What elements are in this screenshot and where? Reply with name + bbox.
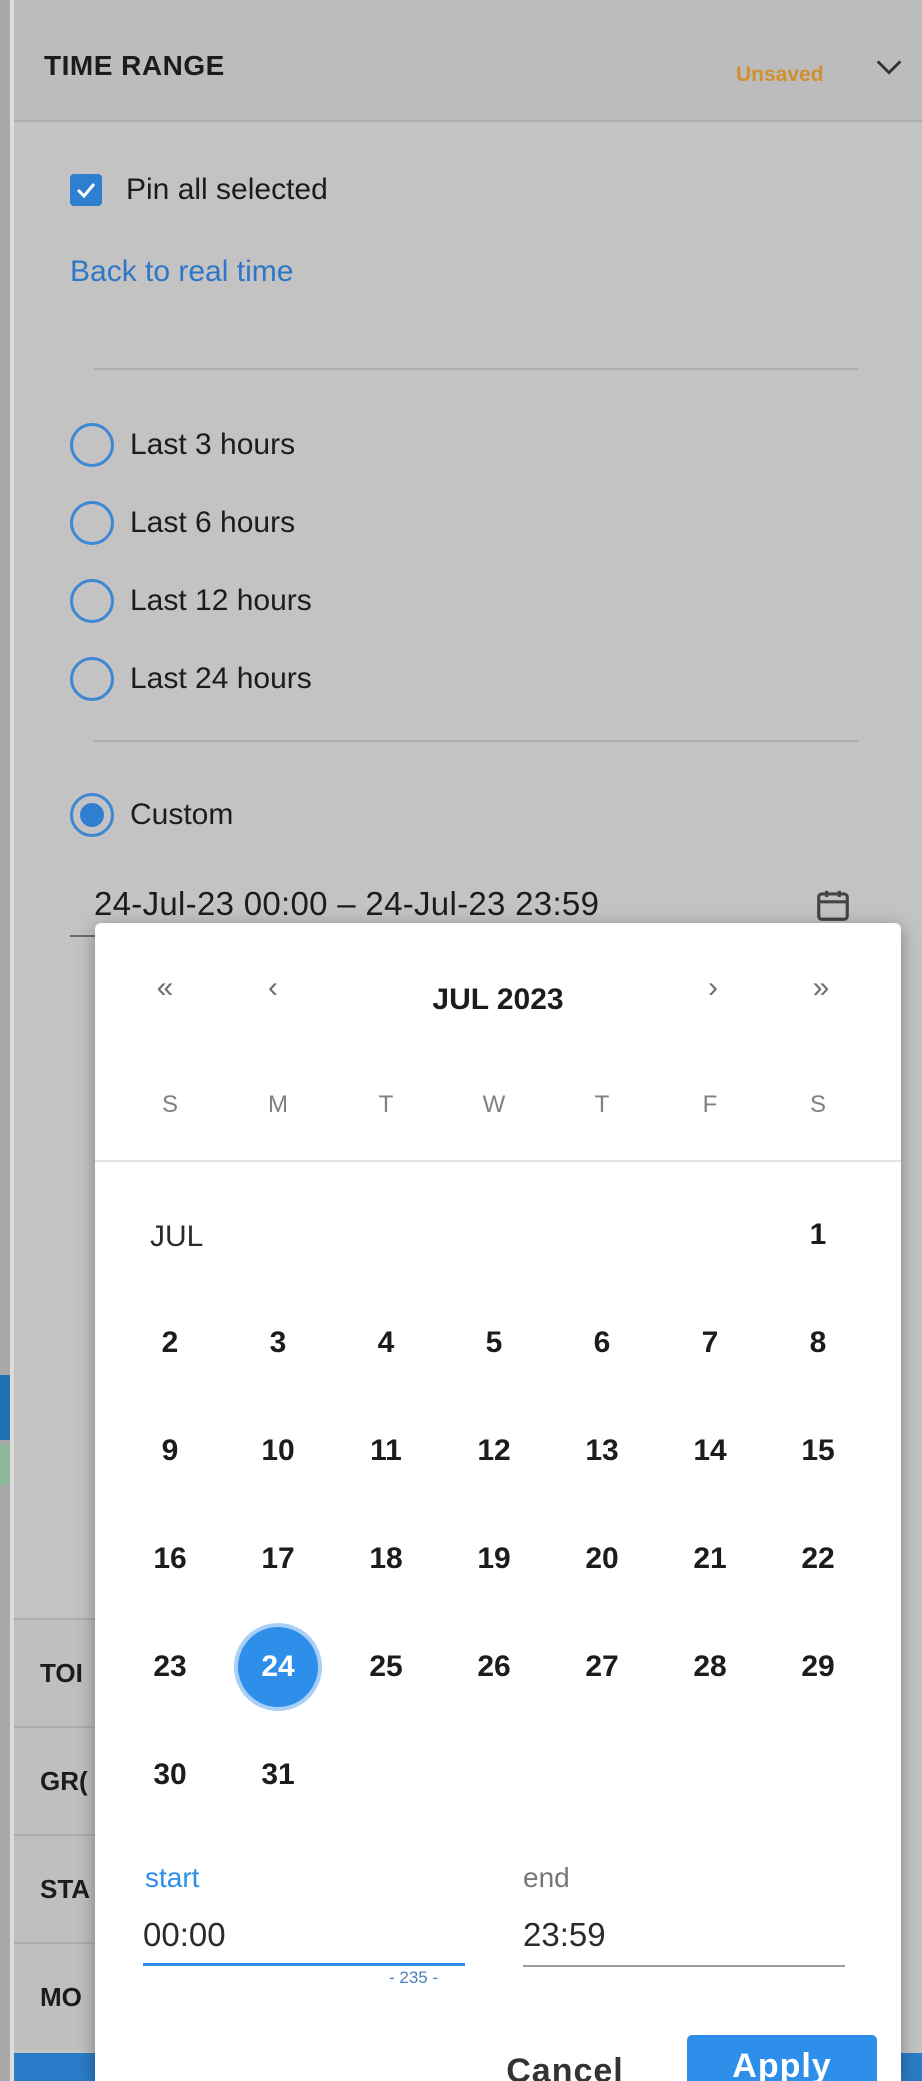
pin-all-label: Pin all selected (126, 173, 328, 206)
calendar-icon[interactable] (814, 886, 852, 924)
weekday-label: S (809, 1091, 826, 1118)
start-time-input[interactable] (143, 1908, 463, 1962)
day-cell[interactable]: 20 (562, 1519, 642, 1599)
day-cell[interactable]: 29 (778, 1627, 858, 1707)
end-time-label: end (523, 1862, 570, 1893)
day-cell[interactable]: 18 (346, 1519, 426, 1599)
date-picker-popup: « ‹ JUL 2023 › » S M T W T F S JUL 12345… (95, 923, 901, 2081)
weekday-label: S (161, 1091, 178, 1118)
day-cell-selected[interactable]: 24 (238, 1627, 318, 1707)
section-label: GR( (40, 1766, 88, 1796)
divider (94, 740, 858, 742)
back-to-real-time-link[interactable]: Back to real time (70, 255, 293, 289)
day-cell[interactable]: 3 (238, 1303, 318, 1383)
weekday-label: M (268, 1091, 288, 1118)
day-cell[interactable]: 28 (670, 1627, 750, 1707)
day-cell[interactable]: 16 (130, 1519, 210, 1599)
day-cell[interactable]: 23 (130, 1627, 210, 1707)
day-cell[interactable]: 13 (562, 1411, 642, 1491)
day-cell[interactable]: 11 (346, 1411, 426, 1491)
radio-label: Last 6 hours (130, 506, 296, 539)
weekday-label: T (594, 1091, 610, 1118)
day-cell[interactable]: 4 (346, 1303, 426, 1383)
custom-range-input[interactable]: 24-Jul-23 00:00 – 24-Jul-23 23:59 (94, 885, 599, 923)
radio-label: Custom (130, 798, 234, 831)
panel-title: TIME RANGE (44, 50, 225, 81)
radio-button[interactable] (70, 423, 114, 467)
day-cell[interactable]: 26 (454, 1627, 534, 1707)
background-accent (0, 1375, 10, 1440)
day-cell[interactable]: 10 (238, 1411, 318, 1491)
radio-label: Last 12 hours (130, 584, 312, 617)
day-cell[interactable]: 22 (778, 1519, 858, 1599)
section-label: MO (40, 1982, 82, 2012)
day-cell[interactable]: 19 (454, 1519, 534, 1599)
day-cell[interactable]: 5 (454, 1303, 534, 1383)
day-cell[interactable]: 30 (130, 1735, 210, 1815)
next-month-button[interactable]: › (683, 971, 743, 1005)
radio-custom[interactable]: Custom (70, 790, 233, 840)
day-cell[interactable]: 27 (562, 1627, 642, 1707)
page-footnote: - 235 - (389, 1968, 439, 1987)
day-cell[interactable]: 1 (778, 1195, 858, 1275)
day-cell[interactable]: 12 (454, 1411, 534, 1491)
start-time-label: start (145, 1862, 200, 1893)
chevron-down-icon[interactable] (872, 50, 906, 84)
calendar-divider (95, 1160, 901, 1162)
end-time-underline (523, 1965, 845, 1967)
radio-last-6-hours[interactable]: Last 6 hours (70, 498, 295, 548)
start-time-underline (143, 1963, 465, 1966)
section-label: STA (40, 1874, 91, 1904)
day-cell[interactable]: 6 (562, 1303, 642, 1383)
day-cell[interactable]: 25 (346, 1627, 426, 1707)
day-cell[interactable]: 7 (670, 1303, 750, 1383)
checkmark-icon[interactable] (70, 174, 102, 206)
month-label: JUL (150, 1220, 204, 1253)
day-cell[interactable]: 21 (670, 1519, 750, 1599)
radio-button-selected[interactable] (70, 793, 114, 837)
weekday-label: W (482, 1091, 506, 1118)
radio-button[interactable] (70, 501, 114, 545)
day-cell[interactable]: 2 (130, 1303, 210, 1383)
weekday-label: T (378, 1091, 394, 1118)
radio-last-12-hours[interactable]: Last 12 hours (70, 576, 312, 626)
weekday-label: F (702, 1091, 718, 1118)
day-cell[interactable]: 15 (778, 1411, 858, 1491)
radio-label: Last 3 hours (130, 428, 296, 461)
day-cell[interactable]: 17 (238, 1519, 318, 1599)
apply-button[interactable]: Apply (687, 2035, 877, 2081)
background-accent-2 (0, 1445, 10, 1485)
background-sliver (0, 0, 10, 2081)
panel-header[interactable]: TIME RANGE Unsaved (14, 0, 922, 122)
radio-button[interactable] (70, 657, 114, 701)
day-cell[interactable]: 14 (670, 1411, 750, 1491)
divider (94, 368, 858, 370)
pin-all-selected-checkbox[interactable]: Pin all selected (70, 170, 328, 210)
radio-last-3-hours[interactable]: Last 3 hours (70, 420, 295, 470)
radio-button[interactable] (70, 579, 114, 623)
day-cell[interactable]: 9 (130, 1411, 210, 1491)
radio-last-24-hours[interactable]: Last 24 hours (70, 654, 312, 704)
month-title[interactable]: JUL 2023 (95, 983, 901, 1017)
unsaved-badge: Unsaved (736, 63, 824, 86)
next-year-button[interactable]: » (791, 971, 851, 1005)
day-cell[interactable]: 8 (778, 1303, 858, 1383)
cancel-button[interactable]: Cancel (475, 2043, 655, 2081)
radio-label: Last 24 hours (130, 662, 312, 695)
section-label: TOI (40, 1658, 83, 1688)
day-cell[interactable]: 31 (238, 1735, 318, 1815)
end-time-input[interactable] (523, 1908, 843, 1962)
